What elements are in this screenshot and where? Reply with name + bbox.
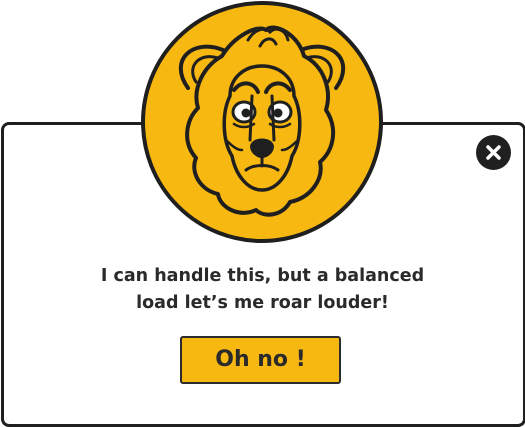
message-line-2: load let’s me roar louder! [136,293,389,313]
mascot-badge [138,0,386,244]
confirm-button[interactable]: Oh no ! [180,336,341,384]
close-button[interactable] [476,135,511,170]
message-line-1: I can handle this, but a balanced [100,266,425,286]
lion-icon [141,1,383,243]
close-icon [486,145,501,160]
